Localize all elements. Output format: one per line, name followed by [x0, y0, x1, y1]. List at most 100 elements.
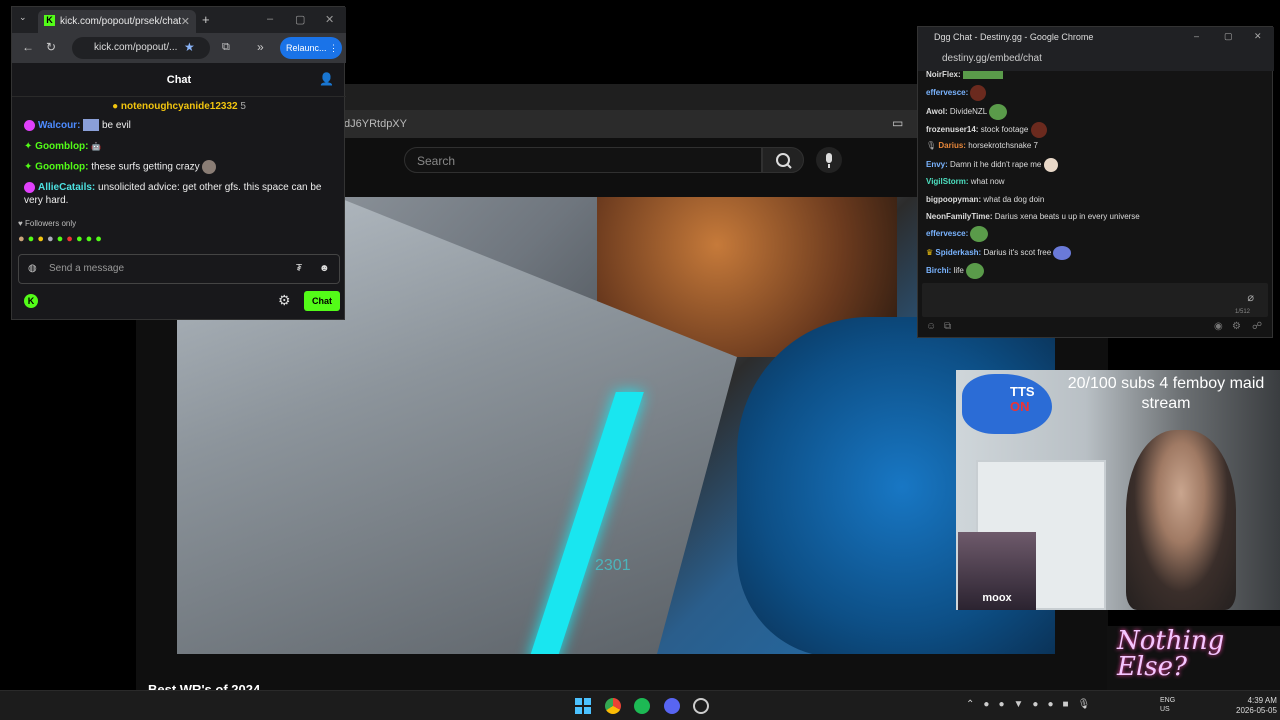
dgg-username[interactable]: frozenuser14: — [926, 125, 978, 134]
emote-icon — [83, 119, 100, 132]
date-label: 2026-05-05 — [1236, 706, 1277, 715]
chat-username[interactable]: Goomblop: — [35, 141, 88, 152]
emote-icon[interactable]: ● — [66, 233, 76, 245]
dgg-username[interactable]: NeonFamilyTime: — [926, 212, 993, 221]
minimize-icon[interactable]: – — [1194, 31, 1199, 41]
maximize-icon[interactable]: ▢ — [1224, 31, 1233, 42]
chat-username[interactable]: Goomblop: — [35, 162, 88, 173]
dgg-username[interactable]: effervesce: — [926, 88, 968, 97]
tab-search-icon[interactable]: ⌄ — [19, 12, 27, 23]
message-input[interactable]: Send a message — [18, 254, 340, 284]
emote-icon[interactable]: ● — [37, 233, 47, 245]
chrome-tray-icon[interactable]: ● — [983, 699, 998, 710]
clock[interactable]: 4:39 AM 2026-05-05 — [1236, 696, 1277, 716]
chat-username[interactable]: AllieCatails: — [38, 182, 95, 193]
translate-icon[interactable]: ₮ — [296, 263, 302, 274]
dgg-message: effervesce: — [926, 85, 987, 101]
gear-icon[interactable]: ⚙ — [1232, 321, 1241, 332]
chevron-up-icon[interactable]: ⌃ — [966, 699, 983, 710]
dgg-username[interactable]: Envy: — [926, 160, 948, 169]
spotify-icon[interactable] — [634, 698, 650, 714]
chat-message: ✦ Goomblop: these surfs getting crazy — [24, 160, 340, 174]
dgg-text: life — [953, 266, 964, 276]
guest-cam: moox — [958, 532, 1036, 610]
brave-icon[interactable]: ▼ — [1013, 699, 1032, 710]
mic-icon[interactable]: 🎙 — [1078, 699, 1100, 710]
mic-button[interactable] — [816, 147, 842, 173]
kick-tab[interactable]: K kick.com/popout/prsek/chat ✕ — [38, 10, 196, 33]
subs-goal: 20/100 subs 4 femboy maid stream — [1067, 375, 1265, 412]
minimize-icon[interactable]: – — [267, 13, 273, 25]
tray-app-icon[interactable]: ■ — [1062, 699, 1077, 710]
extensions-icon[interactable]: ⧉ — [222, 41, 230, 54]
dgg-message: ♛ Spiderkash: Darius it's scot free — [926, 246, 1072, 260]
star-badge-icon: ✦ — [24, 161, 33, 173]
emote-icon[interactable]: ● — [47, 233, 57, 245]
kick-url-text: kick.com/popout/... — [94, 42, 178, 53]
emote-icon[interactable]: ● — [18, 233, 28, 245]
close-window-icon[interactable]: ✕ — [1254, 31, 1262, 42]
whisper-icon[interactable]: ⧉ — [944, 321, 951, 332]
dgg-username[interactable]: effervesce: — [926, 229, 968, 238]
guest-cam-label: moox — [982, 592, 1012, 604]
windows-start-icon[interactable] — [575, 698, 591, 714]
new-tab-icon[interactable]: + — [202, 12, 210, 27]
dgg-message: Awol: DivideNZL — [926, 104, 1008, 120]
yt-url[interactable]: dJ6YRtdpXY — [344, 118, 407, 130]
language-indicator[interactable]: ENG US — [1160, 696, 1175, 714]
system-tray[interactable]: ⌃●●▼●●■🎙 — [966, 699, 1099, 710]
dgg-username[interactable]: VigilStorm: — [926, 177, 969, 186]
tray-app-icon[interactable]: ● — [1032, 699, 1047, 710]
emote-icon[interactable]: ● — [57, 233, 67, 245]
emote-icon[interactable]: ● — [76, 233, 86, 245]
gift-badge-icon: ● — [112, 101, 119, 112]
kick-url-field[interactable]: kick.com/popout/... ★ — [72, 37, 210, 59]
eye-icon[interactable]: ◉ — [1214, 321, 1223, 332]
close-window-icon[interactable]: ✕ — [325, 13, 334, 26]
chat-text: these surfs getting crazy — [91, 161, 200, 173]
dgg-username[interactable]: Darius: — [938, 141, 966, 150]
dgg-address-bar[interactable]: destiny.gg/embed/chat — [918, 47, 1274, 71]
chat-username[interactable]: Walcour: — [38, 120, 80, 131]
emoji-icon[interactable]: ☺ — [926, 321, 936, 332]
emoji-icon[interactable]: ☻ — [319, 263, 330, 274]
dgg-username[interactable]: NoirFlex: — [926, 70, 961, 79]
steam-icon[interactable]: ● — [998, 699, 1013, 710]
search-button[interactable] — [762, 147, 804, 173]
dgg-message-input[interactable]: ⌀ — [922, 283, 1268, 317]
user-settings-icon[interactable]: 👤 — [319, 72, 334, 86]
tray-app-icon[interactable]: ● — [1047, 699, 1062, 710]
reload-icon[interactable]: ↻ — [46, 40, 56, 54]
dgg-username[interactable]: Spiderkash: — [935, 248, 981, 257]
dgg-username[interactable]: Birchi: — [926, 266, 951, 275]
chat-send-button[interactable]: Chat — [304, 291, 340, 311]
search-input[interactable]: Search — [404, 147, 762, 173]
emote-icon[interactable]: ● — [95, 233, 105, 245]
bookmark-star-icon[interactable]: ★ — [184, 40, 195, 54]
dgg-chat-window: Dgg Chat - Destiny.gg - Google Chrome – … — [917, 26, 1274, 338]
relaunch-button[interactable]: Relaunc... ⋮ — [280, 37, 342, 59]
maximize-icon[interactable]: ▢ — [295, 13, 305, 26]
region-label: US — [1160, 706, 1170, 713]
attach-icon[interactable]: ⌀ — [1247, 291, 1254, 304]
dgg-username[interactable]: bigpoopyman: — [926, 195, 981, 204]
pinned-user[interactable]: notenoughcyanide12332 — [121, 101, 238, 112]
chrome-icon[interactable] — [605, 698, 621, 714]
dgg-text: what da dog doin — [983, 195, 1045, 204]
close-tab-icon[interactable]: ✕ — [181, 15, 190, 28]
discord-icon[interactable] — [664, 698, 680, 714]
emote-bar[interactable]: ●●●●●●●●● — [18, 233, 105, 245]
obs-icon[interactable] — [693, 698, 709, 714]
more-chevrons-icon[interactable]: » — [257, 40, 264, 54]
cast-icon[interactable]: ▭ — [892, 116, 903, 130]
back-icon[interactable]: ← — [22, 40, 34, 54]
dgg-username[interactable]: Awol: — [926, 107, 948, 116]
emote-icon[interactable]: ● — [28, 233, 38, 245]
users-icon[interactable]: ☍ — [1252, 321, 1262, 332]
pepe-emote-icon — [989, 104, 1008, 120]
chat-text: be evil — [101, 120, 131, 131]
emote-icon[interactable]: ● — [86, 233, 96, 245]
gear-icon[interactable]: ⚙ — [278, 292, 291, 309]
streamer — [1126, 430, 1236, 610]
emote-icon — [970, 85, 987, 101]
